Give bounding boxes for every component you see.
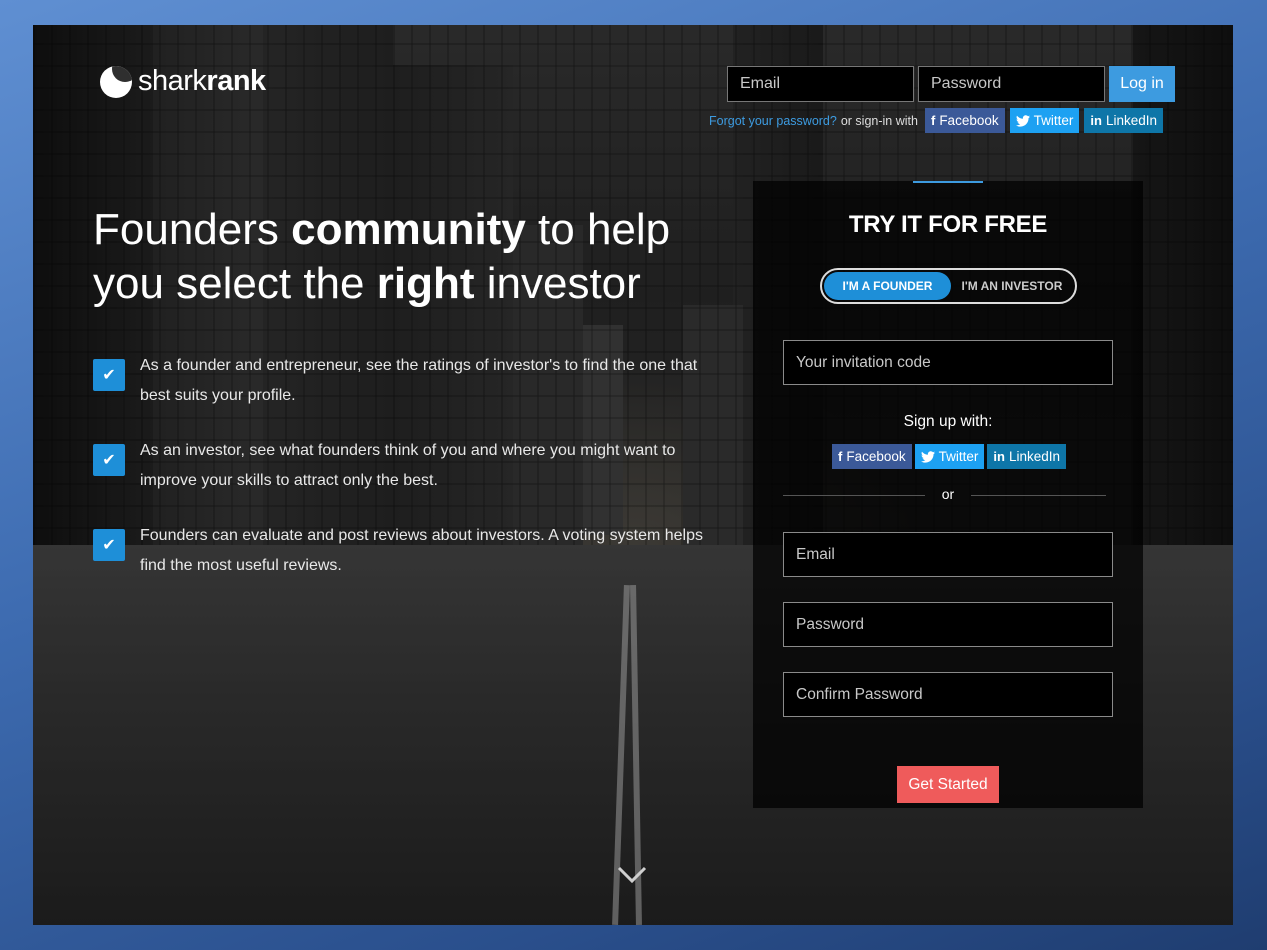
feature-text: As a founder and entrepreneur, see the r… bbox=[140, 357, 698, 404]
social-signin-row: Forgot your password? or sign-in with f … bbox=[709, 108, 1168, 133]
twitter-label: Twitter bbox=[1033, 113, 1074, 128]
linkedin-icon: in bbox=[993, 449, 1005, 464]
brand-name-bold: rank bbox=[206, 65, 266, 97]
twitter-icon bbox=[1015, 114, 1030, 127]
feature-item: ✔ Founders can evaluate and post reviews… bbox=[93, 521, 713, 581]
chevron-down-icon[interactable] bbox=[617, 863, 647, 887]
hero-text: Founders bbox=[93, 205, 292, 254]
brand-name-light: shark bbox=[138, 65, 207, 97]
confirm-password-input[interactable] bbox=[783, 672, 1113, 717]
header-password-input[interactable] bbox=[918, 66, 1105, 102]
get-started-button[interactable]: Get Started bbox=[897, 766, 999, 803]
linkedin-icon: in bbox=[1090, 113, 1102, 128]
checkmark-icon: ✔ bbox=[93, 529, 125, 561]
signup-panel: TRY IT FOR FREE I'M A FOUNDER I'M AN INV… bbox=[753, 181, 1143, 808]
checkmark-icon: ✔ bbox=[93, 444, 125, 476]
feature-item: ✔ As a founder and entrepreneur, see the… bbox=[93, 351, 713, 411]
hero-text: investor bbox=[474, 259, 641, 308]
login-button[interactable]: Log in bbox=[1109, 66, 1175, 102]
signup-email-input[interactable] bbox=[783, 532, 1113, 577]
feature-list: ✔ As a founder and entrepreneur, see the… bbox=[93, 351, 713, 606]
facebook-label: Facebook bbox=[939, 113, 999, 128]
feature-text: Founders can evaluate and post reviews a… bbox=[140, 527, 703, 574]
signup-title: TRY IT FOR FREE bbox=[848, 211, 1048, 238]
signin-with-label: or sign-in with bbox=[840, 113, 918, 128]
role-investor-option[interactable]: I'M AN INVESTOR bbox=[951, 272, 1073, 300]
forgot-password-link[interactable]: Forgot your password? bbox=[709, 114, 837, 128]
logo-mark-icon bbox=[100, 65, 132, 98]
or-separator: or bbox=[941, 486, 955, 502]
panel-accent-bar bbox=[913, 181, 983, 183]
facebook-label: Facebook bbox=[846, 449, 906, 464]
twitter-icon bbox=[920, 450, 935, 463]
linkedin-label: LinkedIn bbox=[1008, 449, 1061, 464]
invitation-code-input[interactable] bbox=[783, 340, 1113, 385]
twitter-label: Twitter bbox=[938, 449, 979, 464]
header-twitter-button[interactable]: Twitter bbox=[1009, 108, 1080, 133]
signup-social-buttons: f Facebook Twitter in LinkedIn bbox=[832, 444, 1069, 469]
facebook-icon: f bbox=[930, 113, 936, 128]
hero-emphasis: community bbox=[291, 205, 526, 254]
header-login-form: Log in bbox=[727, 66, 1175, 102]
header-facebook-button[interactable]: f Facebook bbox=[924, 108, 1005, 133]
hero-text: to help bbox=[525, 205, 671, 254]
signup-password-input[interactable] bbox=[783, 602, 1113, 647]
signup-with-label: Sign up with: bbox=[903, 413, 993, 430]
header-email-input[interactable] bbox=[727, 66, 914, 102]
signup-linkedin-button[interactable]: in LinkedIn bbox=[987, 444, 1067, 469]
checkmark-icon: ✔ bbox=[93, 359, 125, 391]
signup-twitter-button[interactable]: Twitter bbox=[914, 444, 985, 469]
hero-headline: Founders community to help you select th… bbox=[93, 203, 733, 311]
facebook-icon: f bbox=[838, 449, 843, 464]
landing-page: sharkrank Log in Forgot your password? o… bbox=[33, 25, 1233, 925]
divider-line bbox=[971, 495, 1106, 496]
header-linkedin-button[interactable]: in LinkedIn bbox=[1084, 108, 1163, 133]
role-founder-option[interactable]: I'M A FOUNDER bbox=[824, 272, 951, 300]
feature-item: ✔ As an investor, see what founders thin… bbox=[93, 436, 713, 496]
hero-text: you select the bbox=[93, 259, 377, 308]
hero-emphasis: right bbox=[376, 259, 475, 308]
signup-facebook-button[interactable]: f Facebook bbox=[832, 444, 912, 469]
role-toggle: I'M A FOUNDER I'M AN INVESTOR bbox=[820, 268, 1077, 304]
feature-text: As an investor, see what founders think … bbox=[140, 442, 676, 489]
brand-logo[interactable]: shark rank bbox=[100, 65, 266, 98]
linkedin-label: LinkedIn bbox=[1105, 113, 1157, 128]
